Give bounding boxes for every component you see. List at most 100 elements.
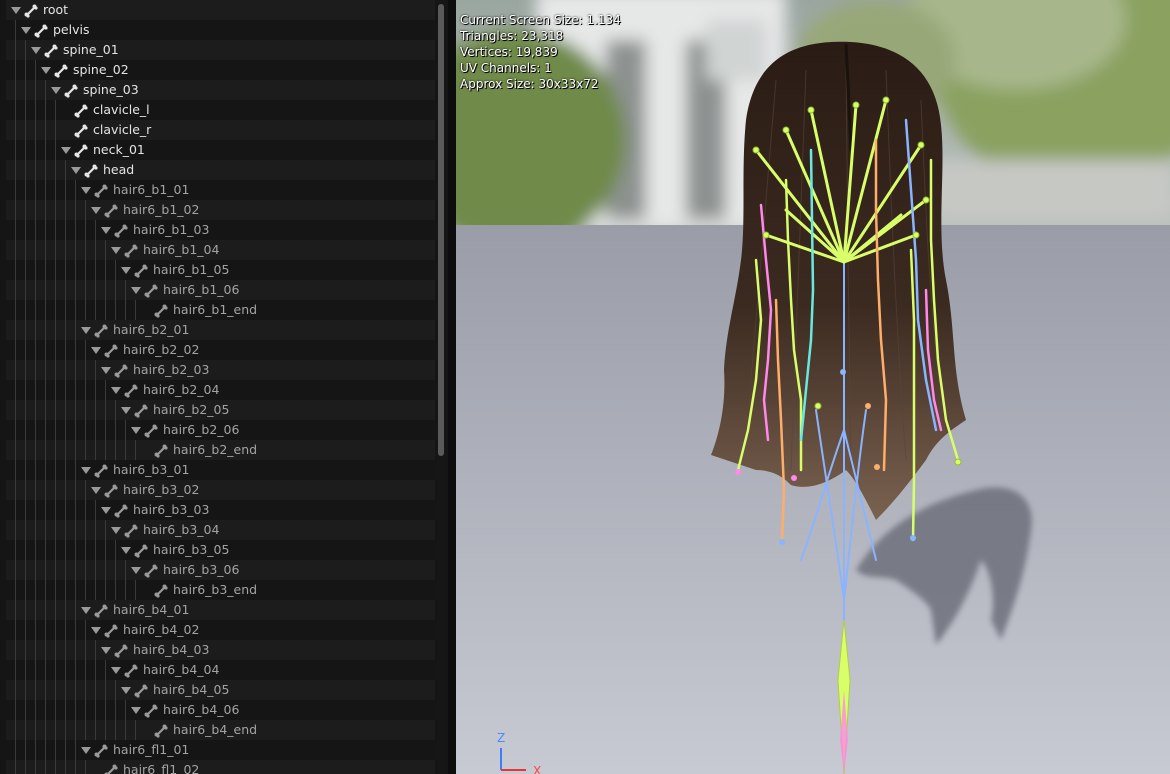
tree-row-head[interactable]: head — [6, 160, 435, 180]
expand-caret-icon[interactable] — [11, 7, 21, 14]
expand-caret-icon[interactable] — [111, 527, 121, 534]
stat-uv-channels: UV Channels: 1 — [460, 61, 552, 75]
tree-row-hair6-fl1-02[interactable]: hair6_fl1_02 — [6, 760, 435, 774]
tree-row-hair6-b3-06[interactable]: hair6_b3_06 — [6, 560, 435, 580]
tree-row-hair6-b1-end[interactable]: hair6_b1_end — [6, 300, 435, 320]
bone-icon — [34, 23, 48, 38]
tree-row-hair6-b2-03[interactable]: hair6_b2_03 — [6, 360, 435, 380]
expand-caret-icon[interactable] — [81, 467, 91, 474]
tree-row-hair6-b4-03[interactable]: hair6_b4_03 — [6, 640, 435, 660]
tree-row-hair6-b2-06[interactable]: hair6_b2_06 — [6, 420, 435, 440]
expand-caret-icon[interactable] — [121, 407, 131, 414]
tree-row-hair6-b1-04[interactable]: hair6_b1_04 — [6, 240, 435, 260]
expand-caret-icon[interactable] — [131, 287, 141, 294]
expand-caret-icon[interactable] — [41, 67, 51, 74]
axis-z-label: Z — [497, 731, 505, 745]
tree-row-hair6-b3-05[interactable]: hair6_b3_05 — [6, 540, 435, 560]
tree-row-label: hair6_b2_01 — [113, 322, 190, 337]
expand-caret-icon[interactable] — [121, 267, 131, 274]
tree-row-label: clavicle_r — [93, 122, 152, 137]
expand-caret-icon[interactable] — [101, 367, 111, 374]
expand-caret-icon[interactable] — [81, 747, 91, 754]
expand-caret-icon[interactable] — [91, 207, 101, 214]
tree-row-label: hair6_b2_05 — [153, 402, 230, 417]
tree-row-hair6-b2-end[interactable]: hair6_b2_end — [6, 440, 435, 460]
expand-caret-icon[interactable] — [61, 147, 71, 154]
expand-caret-icon[interactable] — [81, 187, 91, 194]
bone-icon — [134, 543, 148, 558]
tree-row-hair6-b2-01[interactable]: hair6_b2_01 — [6, 320, 435, 340]
tree-row-hair6-b4-01[interactable]: hair6_b4_01 — [6, 600, 435, 620]
bone-icon — [104, 203, 118, 218]
bone-icon — [94, 183, 108, 198]
bone-icon — [64, 83, 78, 98]
tree-scrollbar-thumb[interactable] — [438, 4, 444, 456]
tree-row-label: hair6_b2_03 — [133, 362, 210, 377]
expand-caret-icon[interactable] — [81, 327, 91, 334]
preview-viewport[interactable]: Z X ​ Current Screen Size: 1.134 Triangl… — [456, 0, 1170, 774]
expand-caret-icon[interactable] — [91, 487, 101, 494]
tree-row-label: hair6_b1_01 — [113, 182, 190, 197]
tree-row-root[interactable]: root — [6, 0, 435, 20]
expand-caret-icon[interactable] — [91, 627, 101, 634]
tree-row-label: hair6_b1_02 — [123, 202, 200, 217]
bone-icon — [114, 503, 128, 518]
tree-row-label: hair6_b3_01 — [113, 462, 190, 477]
tree-row-hair6-fl1-01[interactable]: hair6_fl1_01 — [6, 740, 435, 760]
bone-icon — [104, 343, 118, 358]
expand-caret-icon[interactable] — [111, 387, 121, 394]
tree-row-label: neck_01 — [93, 142, 145, 157]
tree-row-hair6-b3-end[interactable]: hair6_b3_end — [6, 580, 435, 600]
tree-row-label: hair6_b1_05 — [153, 262, 230, 277]
tree-row-clavicle-r[interactable]: clavicle_r — [6, 120, 435, 140]
expand-caret-icon[interactable] — [101, 647, 111, 654]
expand-caret-icon[interactable] — [121, 547, 131, 554]
tree-row-hair6-b3-02[interactable]: hair6_b3_02 — [6, 480, 435, 500]
expand-caret-icon[interactable] — [111, 667, 121, 674]
expand-caret-icon[interactable] — [71, 167, 81, 174]
expand-caret-icon[interactable] — [131, 427, 141, 434]
tree-row-hair6-b3-01[interactable]: hair6_b3_01 — [6, 460, 435, 480]
tree-row-hair6-b4-04[interactable]: hair6_b4_04 — [6, 660, 435, 680]
tree-row-hair6-b3-04[interactable]: hair6_b3_04 — [6, 520, 435, 540]
viewport-scene: Z X — [456, 0, 1170, 774]
tree-row-label: hair6_b3_05 — [153, 542, 230, 557]
tree-row-neck-01[interactable]: neck_01 — [6, 140, 435, 160]
tree-row-hair6-b2-02[interactable]: hair6_b2_02 — [6, 340, 435, 360]
tree-row-clavicle-l[interactable]: clavicle_l — [6, 100, 435, 120]
tree-row-hair6-b4-end[interactable]: hair6_b4_end — [6, 720, 435, 740]
tree-row-spine-03[interactable]: spine_03 — [6, 80, 435, 100]
panel-splitter[interactable] — [448, 0, 456, 774]
tree-row-hair6-b2-04[interactable]: hair6_b2_04 — [6, 380, 435, 400]
tree-row-spine-02[interactable]: spine_02 — [6, 60, 435, 80]
tree-row-label: hair6_b4_03 — [133, 642, 210, 657]
expand-caret-icon[interactable] — [81, 607, 91, 614]
tree-row-label: hair6_b4_01 — [113, 602, 190, 617]
expand-caret-icon[interactable] — [121, 687, 131, 694]
tree-row-label: clavicle_l — [93, 102, 150, 117]
expand-caret-icon[interactable] — [21, 27, 31, 34]
tree-row-hair6-b1-05[interactable]: hair6_b1_05 — [6, 260, 435, 280]
tree-row-hair6-b2-05[interactable]: hair6_b2_05 — [6, 400, 435, 420]
expand-caret-icon[interactable] — [111, 247, 121, 254]
tree-row-hair6-b4-02[interactable]: hair6_b4_02 — [6, 620, 435, 640]
tree-row-hair6-b1-03[interactable]: hair6_b1_03 — [6, 220, 435, 240]
expand-caret-icon[interactable] — [51, 87, 61, 94]
expand-caret-icon[interactable] — [31, 47, 41, 54]
tree-row-spine-01[interactable]: spine_01 — [6, 40, 435, 60]
expand-caret-icon[interactable] — [101, 227, 111, 234]
tree-row-hair6-b1-06[interactable]: hair6_b1_06 — [6, 280, 435, 300]
bone-icon — [114, 643, 128, 658]
tree-row-hair6-b4-05[interactable]: hair6_b4_05 — [6, 680, 435, 700]
tree-row-hair6-b1-01[interactable]: hair6_b1_01 — [6, 180, 435, 200]
tree-row-hair6-b4-06[interactable]: hair6_b4_06 — [6, 700, 435, 720]
tree-row-label: hair6_b3_03 — [133, 502, 210, 517]
tree-row-pelvis[interactable]: pelvis — [6, 20, 435, 40]
tree-row-label: hair6_b1_end — [173, 302, 258, 317]
expand-caret-icon[interactable] — [131, 707, 141, 714]
tree-row-hair6-b3-03[interactable]: hair6_b3_03 — [6, 500, 435, 520]
expand-caret-icon[interactable] — [91, 347, 101, 354]
expand-caret-icon[interactable] — [131, 567, 141, 574]
expand-caret-icon[interactable] — [101, 507, 111, 514]
tree-row-hair6-b1-02[interactable]: hair6_b1_02 — [6, 200, 435, 220]
